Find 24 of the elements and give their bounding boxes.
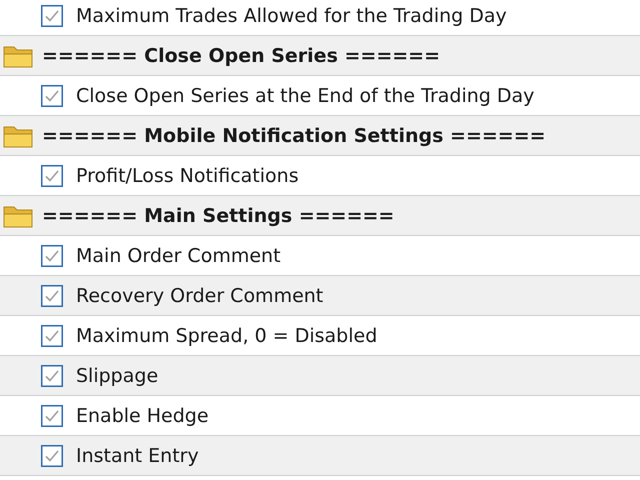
checkbox[interactable] (41, 84, 63, 106)
parameter-label: Main Order Comment (76, 244, 281, 266)
checkbox[interactable] (41, 444, 63, 466)
group-heading: ====== Mobile Notification Settings ====== (42, 124, 546, 146)
checkbox[interactable] (41, 4, 63, 26)
checkbox[interactable] (41, 324, 63, 346)
parameter-label: Maximum Trades Allowed for the Trading Day (76, 4, 507, 26)
folder-icon (3, 44, 33, 68)
parameter-label: Slippage (76, 364, 158, 386)
folder-icon (3, 204, 33, 228)
parameter-label: Recovery Order Comment (76, 284, 324, 306)
parameter-label: Enable Hedge (76, 404, 209, 426)
checkbox[interactable] (41, 364, 63, 386)
parameter-label: Close Open Series at the End of the Trading Day (76, 84, 534, 106)
checkbox[interactable] (41, 404, 63, 426)
checkbox[interactable] (41, 284, 63, 306)
checkbox[interactable] (41, 164, 63, 186)
group-heading: ====== Close Open Series ====== (42, 44, 440, 66)
parameter-label: Profit/Loss Notifications (76, 164, 299, 186)
folder-icon (3, 124, 33, 148)
parameter-label: Maximum Spread, 0 = Disabled (76, 324, 378, 346)
parameter-label: Instant Entry (76, 444, 199, 466)
group-heading: ====== Main Settings ====== (42, 204, 394, 226)
checkbox[interactable] (41, 244, 63, 266)
